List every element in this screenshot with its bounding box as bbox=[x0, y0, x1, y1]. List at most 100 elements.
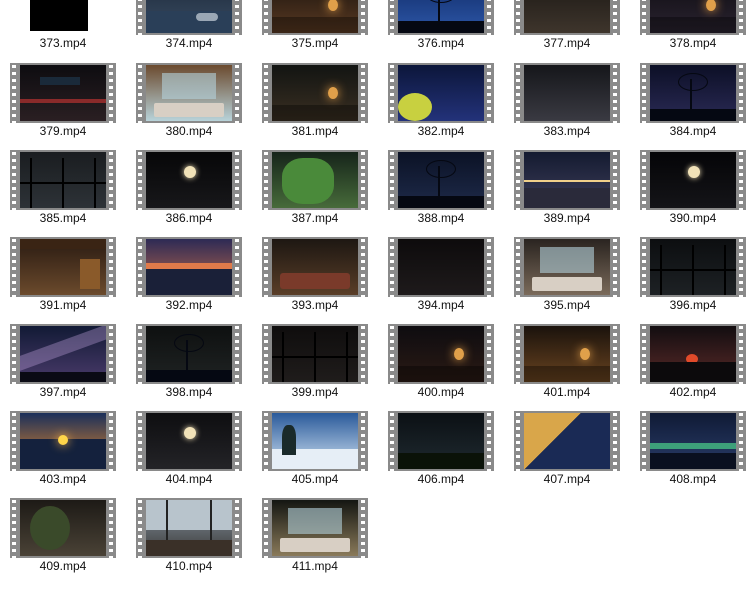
video-thumbnail[interactable] bbox=[378, 411, 504, 471]
thumb-detail bbox=[30, 506, 70, 550]
file-name-label: 405.mp4 bbox=[291, 472, 339, 486]
video-thumbnail[interactable] bbox=[630, 0, 750, 35]
file-item[interactable]: 375.mp4 bbox=[252, 0, 378, 55]
file-item[interactable]: 393.mp4 bbox=[252, 237, 378, 317]
thumb-detail bbox=[146, 11, 232, 33]
video-thumbnail[interactable] bbox=[378, 237, 504, 297]
file-item[interactable]: 400.mp4 bbox=[378, 324, 504, 404]
file-item[interactable]: 391.mp4 bbox=[0, 237, 126, 317]
video-thumbnail[interactable] bbox=[630, 324, 750, 384]
file-item[interactable]: 377.mp4 bbox=[504, 0, 630, 55]
thumb-detail bbox=[280, 273, 350, 289]
file-item[interactable]: 386.mp4 bbox=[126, 150, 252, 230]
video-thumbnail[interactable] bbox=[504, 150, 630, 210]
video-thumbnail[interactable] bbox=[252, 63, 378, 123]
video-thumbnail[interactable] bbox=[0, 237, 126, 297]
video-thumbnail[interactable] bbox=[630, 411, 750, 471]
file-item[interactable]: 411.mp4 bbox=[252, 498, 378, 578]
video-thumbnail[interactable] bbox=[126, 237, 252, 297]
thumbnail-image bbox=[398, 65, 484, 121]
file-item[interactable]: 404.mp4 bbox=[126, 411, 252, 491]
video-thumbnail[interactable] bbox=[252, 498, 378, 558]
thumb-detail bbox=[524, 188, 610, 208]
file-item[interactable]: 382.mp4 bbox=[378, 63, 504, 143]
video-thumbnail[interactable] bbox=[504, 0, 630, 35]
video-thumbnail[interactable] bbox=[126, 498, 252, 558]
file-item[interactable]: 388.mp4 bbox=[378, 150, 504, 230]
file-item[interactable]: 384.mp4 bbox=[630, 63, 750, 143]
file-item[interactable]: 373.mp4 bbox=[0, 0, 126, 55]
video-thumbnail[interactable] bbox=[126, 324, 252, 384]
film-perforation-right bbox=[359, 63, 368, 123]
video-thumbnail[interactable] bbox=[126, 63, 252, 123]
film-perforation-right bbox=[611, 411, 620, 471]
video-thumbnail[interactable] bbox=[504, 63, 630, 123]
file-item[interactable]: 396.mp4 bbox=[630, 237, 750, 317]
file-name-label: 411.mp4 bbox=[292, 559, 338, 573]
video-thumbnail[interactable] bbox=[378, 150, 504, 210]
thumbnail-image bbox=[146, 0, 232, 33]
video-thumbnail[interactable] bbox=[126, 411, 252, 471]
file-item[interactable]: 380.mp4 bbox=[126, 63, 252, 143]
video-thumbnail[interactable] bbox=[630, 150, 750, 210]
video-thumbnail[interactable] bbox=[504, 237, 630, 297]
thumb-detail bbox=[174, 334, 204, 352]
file-item[interactable]: 406.mp4 bbox=[378, 411, 504, 491]
video-thumbnail[interactable] bbox=[378, 0, 504, 35]
file-item[interactable]: 389.mp4 bbox=[504, 150, 630, 230]
file-item[interactable]: 405.mp4 bbox=[252, 411, 378, 491]
file-item[interactable]: 407.mp4 bbox=[504, 411, 630, 491]
file-item[interactable]: 385.mp4 bbox=[0, 150, 126, 230]
video-thumbnail[interactable] bbox=[378, 63, 504, 123]
file-item[interactable]: 387.mp4 bbox=[252, 150, 378, 230]
file-item[interactable]: 409.mp4 bbox=[0, 498, 126, 578]
file-item[interactable]: 381.mp4 bbox=[252, 63, 378, 143]
video-thumbnail[interactable] bbox=[378, 324, 504, 384]
video-thumbnail[interactable] bbox=[0, 498, 126, 558]
video-thumbnail[interactable] bbox=[504, 324, 630, 384]
file-item[interactable]: 401.mp4 bbox=[504, 324, 630, 404]
file-item[interactable]: 403.mp4 bbox=[0, 411, 126, 491]
file-item[interactable]: 402.mp4 bbox=[630, 324, 750, 404]
film-perforation-left bbox=[262, 150, 271, 210]
file-item[interactable]: 374.mp4 bbox=[126, 0, 252, 55]
file-item[interactable]: 394.mp4 bbox=[378, 237, 504, 317]
film-perforation-left bbox=[388, 63, 397, 123]
file-item[interactable]: 376.mp4 bbox=[378, 0, 504, 55]
video-thumbnail[interactable] bbox=[0, 150, 126, 210]
video-thumbnail[interactable] bbox=[252, 0, 378, 35]
file-item[interactable]: 390.mp4 bbox=[630, 150, 750, 230]
video-thumbnail[interactable] bbox=[504, 411, 630, 471]
video-thumbnail[interactable] bbox=[252, 411, 378, 471]
thumb-detail bbox=[688, 166, 700, 178]
file-item[interactable]: 379.mp4 bbox=[0, 63, 126, 143]
file-item[interactable]: 397.mp4 bbox=[0, 324, 126, 404]
video-thumbnail[interactable] bbox=[0, 0, 126, 35]
thumbnail-image bbox=[272, 239, 358, 295]
file-item[interactable]: 392.mp4 bbox=[126, 237, 252, 317]
video-thumbnail[interactable] bbox=[252, 237, 378, 297]
file-item[interactable]: 398.mp4 bbox=[126, 324, 252, 404]
thumb-detail bbox=[398, 453, 484, 469]
video-thumbnail[interactable] bbox=[252, 324, 378, 384]
film-perforation-right bbox=[485, 324, 494, 384]
video-thumbnail[interactable] bbox=[630, 237, 750, 297]
file-item[interactable]: 410.mp4 bbox=[126, 498, 252, 578]
film-perforation-right bbox=[233, 150, 242, 210]
thumb-detail bbox=[706, 0, 716, 11]
video-thumbnail[interactable] bbox=[252, 150, 378, 210]
file-item[interactable]: 399.mp4 bbox=[252, 324, 378, 404]
video-thumbnail[interactable] bbox=[126, 150, 252, 210]
video-thumbnail[interactable] bbox=[0, 324, 126, 384]
video-thumbnail[interactable] bbox=[126, 0, 252, 35]
video-thumbnail[interactable] bbox=[630, 63, 750, 123]
file-item[interactable]: 383.mp4 bbox=[504, 63, 630, 143]
thumb-detail bbox=[80, 259, 100, 289]
file-item[interactable]: 378.mp4 bbox=[630, 0, 750, 55]
file-item[interactable]: 408.mp4 bbox=[630, 411, 750, 491]
video-thumbnail[interactable] bbox=[0, 63, 126, 123]
video-thumbnail[interactable] bbox=[0, 411, 126, 471]
thumb-detail bbox=[650, 443, 736, 449]
film-strip-icon bbox=[262, 150, 368, 210]
file-item[interactable]: 395.mp4 bbox=[504, 237, 630, 317]
